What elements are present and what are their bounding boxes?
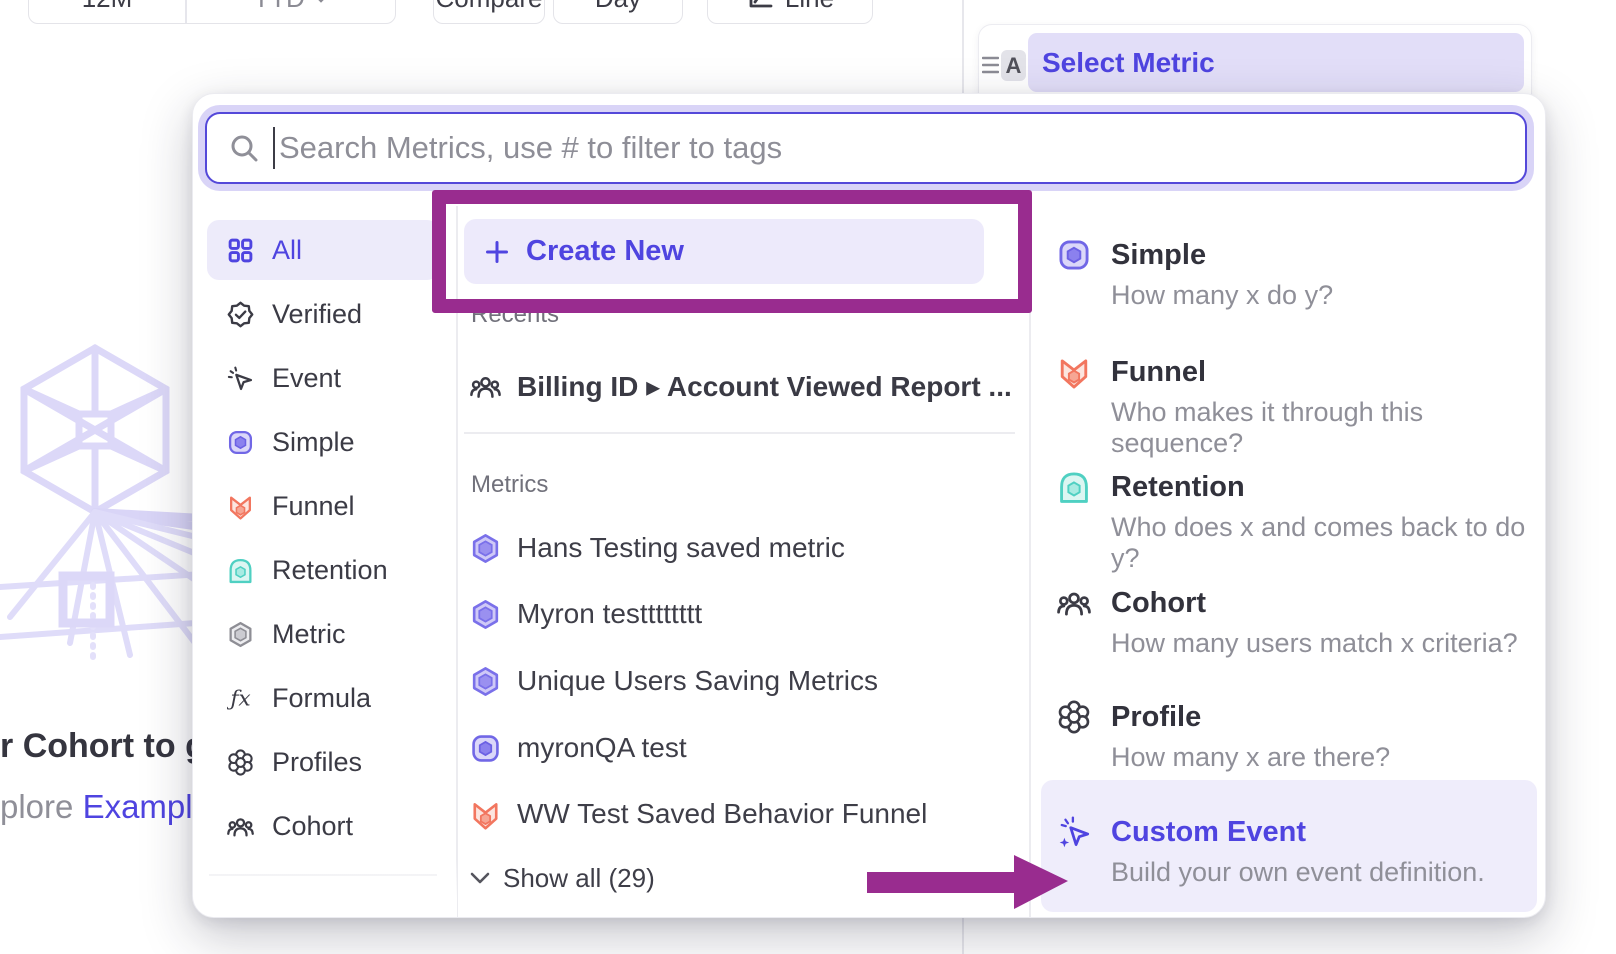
metric-item-label: Hans Testing saved metric	[517, 532, 845, 564]
sidebar-item-label: Metric	[272, 619, 346, 650]
profiles-flower-icon	[1057, 700, 1091, 734]
type-description: Who does x and comes back to do y?	[1111, 512, 1537, 574]
saved-metric-hexagon-icon	[470, 599, 501, 630]
sidebar-item-label: Funnel	[272, 491, 355, 522]
sidebar-item-label: Retention	[272, 555, 388, 586]
recents-metrics-divider	[464, 432, 1015, 434]
day-label: Day	[595, 0, 641, 14]
funnel-icon	[1057, 355, 1091, 389]
show-all-label: Show all (29)	[503, 863, 655, 894]
cohort-people-icon	[470, 371, 501, 402]
compare-button[interactable]: Compare	[433, 0, 545, 24]
type-title: Retention	[1111, 471, 1245, 504]
type-description: Who makes it through this sequence?	[1111, 397, 1537, 459]
search-box[interactable]	[205, 112, 1527, 184]
type-title: Custom Event	[1111, 816, 1306, 849]
annotation-highlight-box	[432, 190, 1032, 313]
select-metric-label: Select Metric	[1042, 47, 1215, 79]
sidebar-item-all[interactable]: All	[207, 220, 439, 280]
tag-icon	[227, 902, 254, 919]
sidebar-item-funnel[interactable]: Funnel	[207, 476, 439, 536]
range-12m-label: 12M	[82, 0, 133, 14]
svg-text:ƒx: ƒx	[227, 686, 251, 711]
recent-item-label: Billing ID ▸ Account Viewed Report ...	[517, 370, 1012, 403]
date-range-control[interactable]: 12M YTD	[28, 0, 396, 24]
sidebar-item-metric[interactable]: Metric	[207, 604, 439, 664]
saved-metric-hexagon-icon	[470, 666, 501, 697]
chevron-down-icon	[313, 0, 329, 3]
sidebar-item-simple[interactable]: Simple	[207, 412, 439, 472]
verified-seal-icon	[227, 301, 254, 328]
cohort-people-icon	[1057, 586, 1091, 620]
recent-item[interactable]: Billing ID ▸ Account Viewed Report ...	[464, 356, 1016, 416]
metric-item-label: WW Test Saved Behavior Funnel	[517, 798, 927, 830]
sidebar-item-label: T	[272, 899, 289, 919]
simple-metric-icon	[227, 429, 254, 456]
metric-list-item[interactable]: Myron testttttttt	[464, 584, 1016, 644]
sidebar-item-verified[interactable]: Verified	[207, 284, 439, 344]
sidebar-item-label: Formula	[272, 683, 371, 714]
drag-handle-icon[interactable]	[982, 56, 999, 76]
metric-list-item[interactable]: WW Test Saved Behavior Funnel	[464, 784, 1016, 844]
sidebar-divider	[209, 874, 437, 876]
type-title: Profile	[1111, 701, 1201, 734]
range-ytd-dropdown[interactable]: YTD	[187, 0, 396, 23]
metric-item-label: Unique Users Saving Metrics	[517, 665, 878, 697]
saved-metric-hexagon-icon	[470, 533, 501, 564]
sidebar-item-label: Profiles	[272, 747, 362, 778]
metric-item-label: myronQA test	[517, 732, 687, 764]
simple-metric-icon	[470, 733, 501, 764]
profiles-flower-icon	[227, 749, 254, 776]
range-12m-button[interactable]: 12M	[29, 0, 185, 23]
metric-item-label: Myron testttttttt	[517, 598, 702, 630]
type-title: Simple	[1111, 239, 1206, 272]
sidebar-item-event[interactable]: Event	[207, 348, 439, 408]
metric-hexagon-icon	[227, 621, 254, 648]
sidebar-item-cohort[interactable]: Cohort	[207, 796, 439, 856]
funnel-icon	[470, 799, 501, 830]
compare-label: Compare	[436, 0, 543, 14]
search-icon	[229, 133, 259, 163]
metrics-heading: Metrics	[471, 471, 548, 499]
explore-text-fragment: plore	[0, 788, 73, 825]
formula-fx-icon: ƒx	[227, 685, 254, 712]
line-chart-icon	[746, 0, 773, 12]
retention-arch-icon	[1057, 470, 1091, 504]
line-label: Line	[785, 0, 834, 14]
sidebar-item-label: Simple	[272, 427, 355, 458]
cohort-people-icon	[227, 813, 254, 840]
search-input[interactable]	[277, 129, 1525, 167]
sidebar-item-formula[interactable]: ƒx Formula	[207, 668, 439, 728]
metric-list-item[interactable]: Hans Testing saved metric	[464, 518, 1016, 578]
event-cursor-icon	[227, 365, 254, 392]
retention-arch-icon	[227, 557, 254, 584]
type-description: How many x do y?	[1111, 280, 1333, 311]
metric-letter-badge: A	[1001, 50, 1026, 81]
range-ytd-label: YTD	[253, 0, 305, 14]
metric-list-item[interactable]: myronQA test	[464, 718, 1016, 778]
simple-metric-icon	[1057, 238, 1091, 272]
grid-icon	[227, 237, 254, 264]
sidebar-item-partial[interactable]: T	[207, 884, 439, 918]
type-description: Build your own event definition.	[1111, 857, 1485, 888]
text-caret	[273, 127, 275, 169]
sidebar-item-label: Cohort	[272, 811, 353, 842]
funnel-icon	[227, 493, 254, 520]
annotation-arrow	[860, 845, 1075, 915]
type-title: Funnel	[1111, 356, 1206, 389]
sidebar-item-label: Verified	[272, 299, 362, 330]
sidebar-item-label: Event	[272, 363, 341, 394]
sidebar-item-profiles[interactable]: Profiles	[207, 732, 439, 792]
type-description: How many users match x criteria?	[1111, 628, 1518, 659]
metric-list-item[interactable]: Unique Users Saving Metrics	[464, 651, 1016, 711]
show-all-toggle[interactable]: Show all (29)	[469, 856, 869, 900]
sidebar-item-label: All	[272, 235, 302, 266]
chart-type-line-button[interactable]: Line	[707, 0, 873, 24]
select-metric-control[interactable]: Select Metric	[1028, 33, 1524, 92]
type-description: How many x are there?	[1111, 742, 1390, 773]
type-title: Cohort	[1111, 587, 1206, 620]
chevron-down-icon	[469, 871, 491, 885]
granularity-day-button[interactable]: Day	[553, 0, 683, 24]
sidebar-item-retention[interactable]: Retention	[207, 540, 439, 600]
